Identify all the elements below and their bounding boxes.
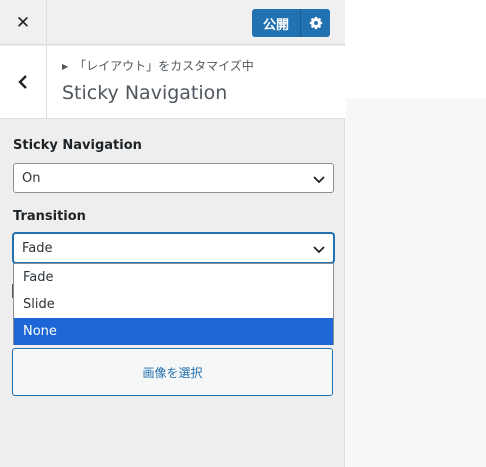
sticky-navigation-label: Sticky Navigation	[13, 138, 142, 153]
customizer-sidebar: ✕ 公開 ▶ 「レイアウト」をカスタマイズ中 Sticky Navigation …	[0, 0, 345, 467]
sticky-navigation-value: On	[22, 170, 41, 186]
close-button[interactable]: ✕	[0, 0, 47, 45]
chevron-down-icon	[313, 176, 325, 184]
transition-label: Transition	[13, 209, 86, 224]
breadcrumb-text: 「レイアウト」をカスタマイズ中	[74, 59, 254, 73]
chevron-down-icon	[313, 246, 325, 254]
customizer-header: ✕ 公開	[0, 0, 345, 45]
publish-button[interactable]: 公開	[252, 9, 300, 37]
dropdown-option-slide[interactable]: Slide	[14, 291, 333, 318]
transition-value: Fade	[22, 240, 53, 256]
dropdown-option-fade[interactable]: Fade	[14, 264, 333, 291]
close-icon: ✕	[15, 12, 31, 33]
chevron-left-icon	[18, 75, 27, 89]
gear-icon	[309, 16, 322, 30]
section-header: ▶ 「レイアウト」をカスタマイズ中 Sticky Navigation	[0, 46, 345, 119]
transition-dropdown: Fade Slide None	[13, 263, 334, 345]
sticky-navigation-select[interactable]: On	[13, 163, 334, 193]
breadcrumb: ▶ 「レイアウト」をカスタマイズ中	[62, 57, 254, 74]
section-title: Sticky Navigation	[62, 82, 228, 104]
triangle-right-icon: ▶	[62, 62, 69, 71]
preview-area	[346, 98, 486, 467]
select-image-button[interactable]: 画像を選択	[12, 348, 333, 396]
publish-settings-button[interactable]	[300, 9, 330, 37]
dropdown-option-none[interactable]: None	[14, 318, 333, 345]
transition-select[interactable]: Fade	[13, 233, 334, 263]
publish-group: 公開	[252, 9, 330, 37]
preview-area-top	[346, 0, 486, 98]
back-button[interactable]	[0, 46, 47, 118]
